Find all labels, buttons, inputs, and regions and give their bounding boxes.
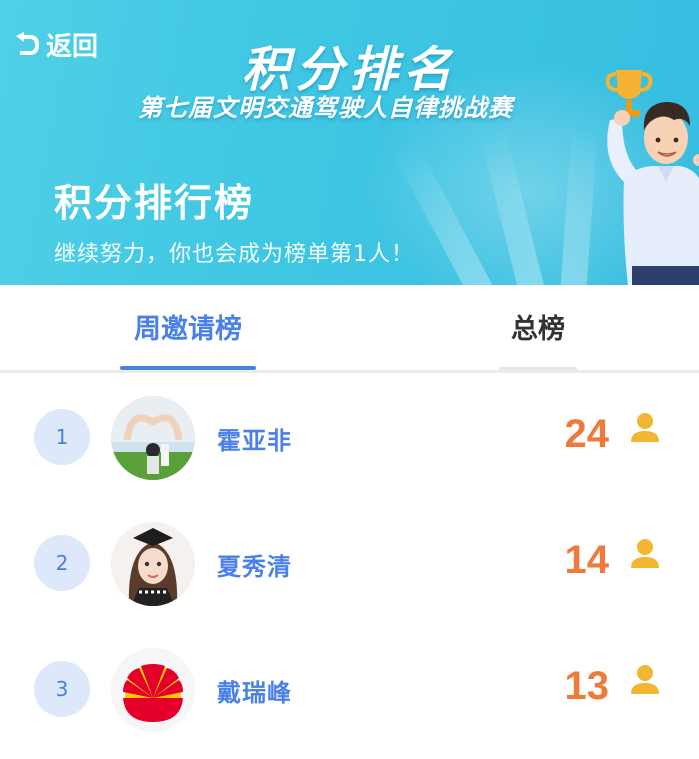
petrochina-logo-avatar xyxy=(111,648,195,732)
avatar[interactable] xyxy=(111,396,195,480)
rank-badge: 1 xyxy=(34,409,90,465)
ranking-row[interactable]: 3 戴瑞峰 13 xyxy=(0,630,699,756)
user-name[interactable]: 戴瑞峰 xyxy=(217,673,292,708)
rank-badge: 3 xyxy=(34,661,90,717)
rank-badge: 2 xyxy=(34,535,90,591)
girl-portrait-avatar xyxy=(111,522,195,606)
user-name[interactable]: 夏秀清 xyxy=(217,547,292,582)
user-name[interactable]: 霍亚非 xyxy=(217,421,292,456)
invite-score: 13 xyxy=(564,664,610,708)
avatar[interactable] xyxy=(111,522,195,606)
invite-score: 24 xyxy=(564,412,610,456)
page-title: 积分排行榜 xyxy=(54,181,255,225)
invite-score: 14 xyxy=(564,538,610,582)
ranking-tabs: 周邀请榜 总榜 xyxy=(0,285,699,373)
tab-weekly-invite[interactable]: 周邀请榜 xyxy=(120,307,256,346)
person-icon xyxy=(631,665,659,694)
trophy-mascot-illustration xyxy=(605,70,699,285)
heart-hands-avatar xyxy=(111,396,195,480)
person-icon xyxy=(631,539,659,568)
tab-overall[interactable]: 总榜 xyxy=(499,307,577,346)
active-tab-indicator xyxy=(120,366,256,370)
header-banner: 返回 积分排名 第七届文明交通驾驶人自律挑战赛 积分排行榜 继续努力，你也会成为… xyxy=(0,0,699,285)
inactive-tab-indicator xyxy=(499,367,577,370)
ranking-row[interactable]: 2 夏秀清 14 xyxy=(0,504,699,630)
page-tagline: 继续努力，你也会成为榜单第1人！ xyxy=(54,242,414,267)
person-icon xyxy=(631,413,659,442)
avatar[interactable] xyxy=(111,648,195,732)
banner-subtitle: 第七届文明交通驾驶人自律挑战赛 xyxy=(138,94,513,122)
ranking-row[interactable]: 1 霍亚非 24 xyxy=(0,378,699,504)
